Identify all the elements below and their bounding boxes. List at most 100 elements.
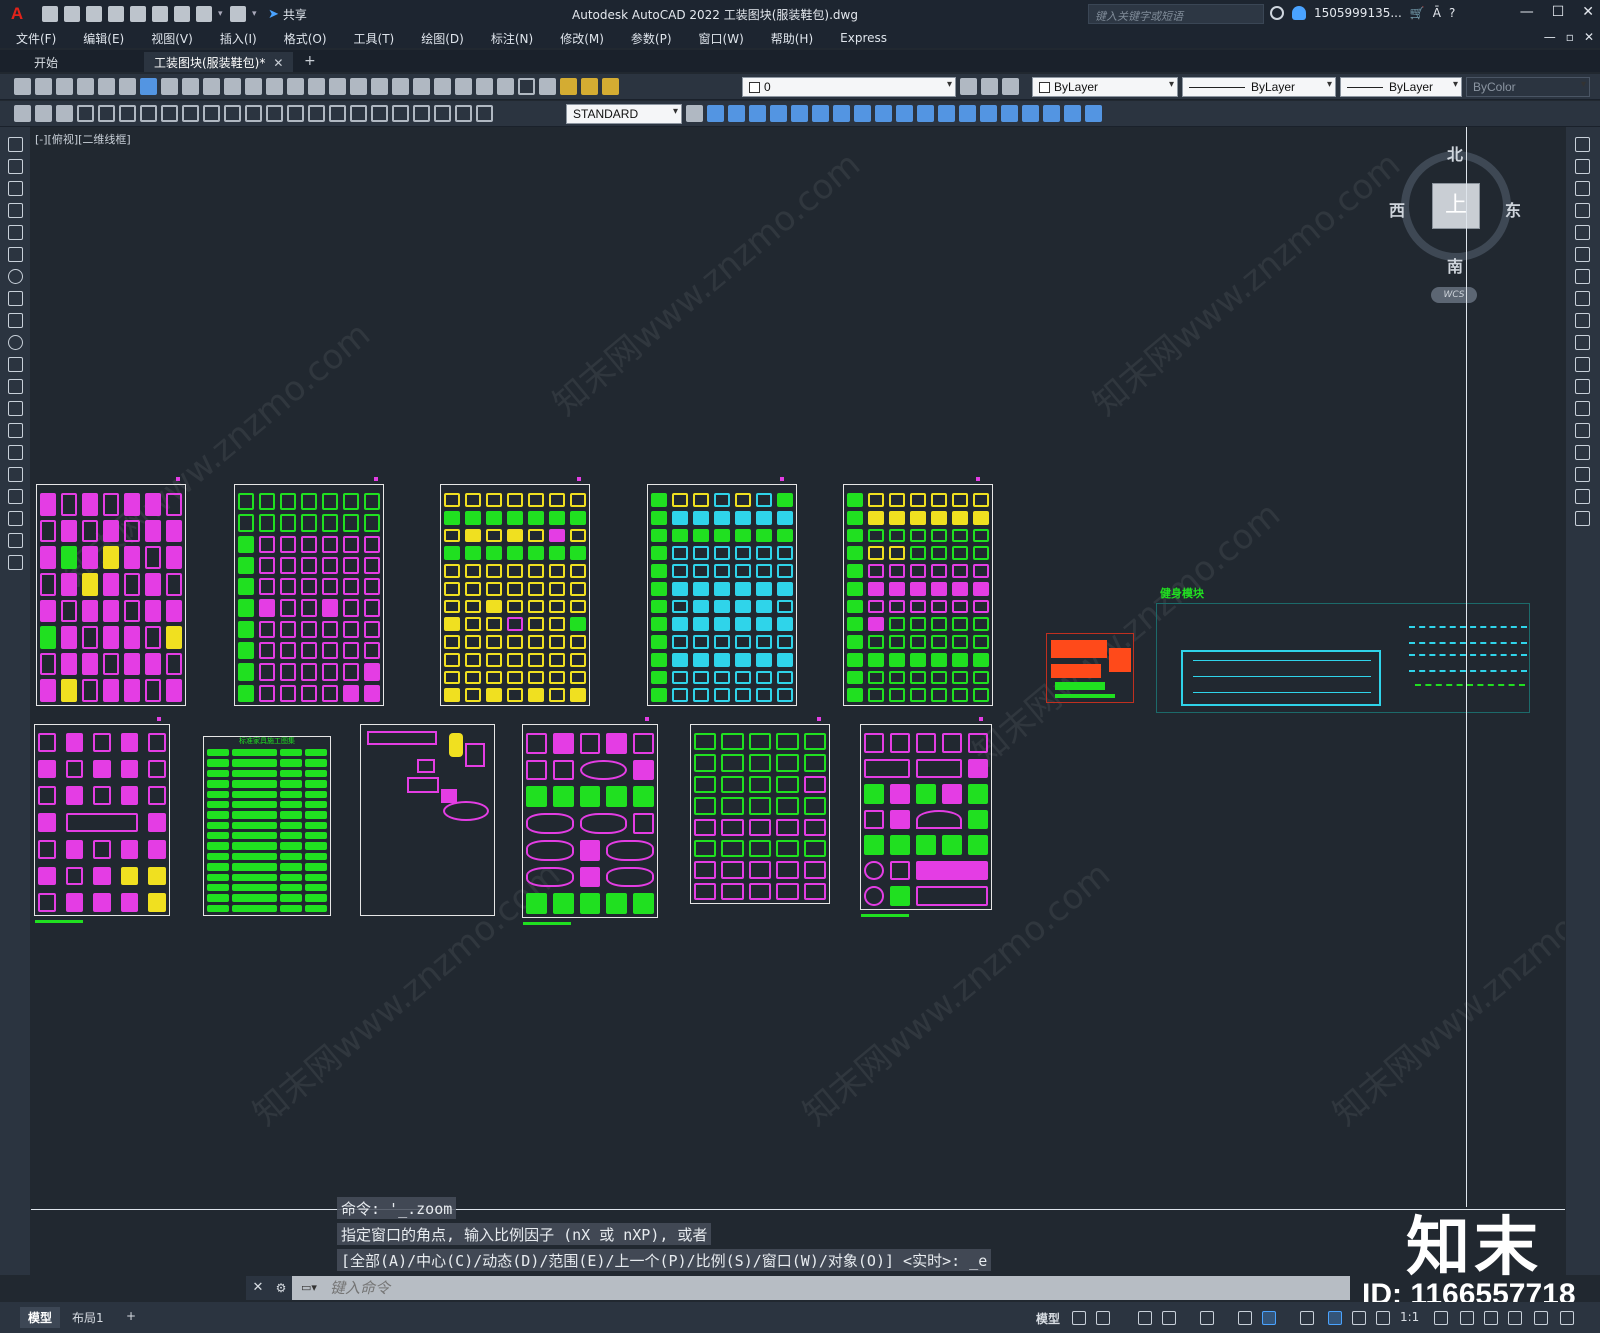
workspace-gear-icon[interactable] [1434, 1311, 1448, 1325]
arc-icon[interactable] [8, 247, 23, 262]
block-editor-icon[interactable] [245, 78, 262, 95]
quick-properties-icon[interactable] [1508, 1311, 1522, 1325]
save-as-icon[interactable] [108, 6, 124, 22]
separate-icon[interactable] [980, 105, 997, 122]
cylinder-icon[interactable] [1085, 105, 1102, 122]
doc-restore-button[interactable]: ▫ [1566, 30, 1574, 44]
search-input[interactable]: 键入关键字或短语 [1088, 4, 1264, 24]
share-button[interactable]: ➤ 共享 [268, 6, 307, 23]
compass-south[interactable]: 南 [1447, 253, 1463, 277]
block-sheet-2[interactable] [234, 477, 384, 706]
table-icon[interactable] [8, 511, 23, 526]
zoom-window-icon[interactable] [350, 78, 367, 95]
new-file-icon[interactable] [42, 6, 58, 22]
layer-on-icon[interactable] [560, 78, 577, 95]
help-icon[interactable] [518, 78, 535, 95]
annotation-monitor-icon[interactable] [1460, 1311, 1474, 1325]
rotate-icon[interactable] [1575, 269, 1590, 284]
search-icon[interactable] [1270, 6, 1284, 20]
point-icon[interactable] [8, 423, 23, 438]
tolerance-icon[interactable] [350, 105, 367, 122]
center-mark-icon[interactable] [371, 105, 388, 122]
extend-icon[interactable] [1575, 357, 1590, 372]
menu-express[interactable]: Express [824, 31, 898, 45]
menu-draw[interactable]: 绘图(D) [405, 30, 475, 47]
compass-north[interactable]: 北 [1447, 141, 1463, 165]
tab-layout1[interactable]: 布局1 [64, 1307, 112, 1328]
redo-icon[interactable] [230, 6, 246, 22]
blend-curves-icon[interactable] [1575, 489, 1590, 504]
rectangle-icon[interactable] [8, 225, 23, 240]
layer-freeze-icon[interactable] [581, 78, 598, 95]
ellipse-arc-icon[interactable] [8, 357, 23, 372]
dimension-style-icon[interactable] [686, 105, 703, 122]
publish-icon[interactable] [119, 78, 136, 95]
block-sheet-4[interactable] [647, 477, 797, 706]
linetype-dropdown[interactable]: ByLayer ▾ [1182, 77, 1336, 97]
layer-previous-icon[interactable] [981, 78, 998, 95]
doc-close-button[interactable]: ✕ [1584, 30, 1594, 44]
add-selected-icon[interactable] [8, 555, 23, 570]
menu-dimension[interactable]: 标注(N) [475, 30, 544, 47]
diameter-dimension-icon[interactable] [203, 105, 220, 122]
continue-dimension-icon[interactable] [287, 105, 304, 122]
color-dropdown[interactable]: ByLayer ▾ [1032, 77, 1178, 97]
menu-window[interactable]: 窗口(W) [683, 30, 755, 47]
properties-icon[interactable] [392, 78, 409, 95]
construction-line-icon[interactable] [8, 159, 23, 174]
zoom-previous-icon[interactable] [371, 78, 388, 95]
imprint-icon[interactable] [938, 105, 955, 122]
fitness-module-frame[interactable] [1156, 603, 1530, 713]
lineweight-dropdown[interactable]: ByLayer ▾ [1340, 77, 1462, 97]
menu-insert[interactable]: 插入(I) [204, 30, 268, 47]
dimension-update-icon[interactable] [476, 105, 493, 122]
block-sheet-11[interactable] [860, 717, 992, 917]
ellipse-icon[interactable] [8, 335, 23, 350]
ordinate-dimension-icon[interactable] [140, 105, 157, 122]
viewcube-top-face[interactable]: 上 [1432, 183, 1480, 229]
color-faces-icon[interactable] [917, 105, 934, 122]
plotstyle-dropdown[interactable]: ByColor ▾ [1466, 77, 1590, 97]
match-properties-icon[interactable] [224, 78, 241, 95]
join-icon[interactable] [1575, 423, 1590, 438]
autodesk-account-icon[interactable]: Ā [1433, 6, 1441, 20]
menu-edit[interactable]: 编辑(E) [67, 30, 135, 47]
help-icon[interactable]: ? [1449, 6, 1455, 20]
chevron-down-icon[interactable]: ▾ [218, 9, 224, 19]
revision-cloud-icon[interactable] [8, 291, 23, 306]
region-icon[interactable] [8, 489, 23, 504]
close-icon[interactable]: ✕ [273, 56, 283, 70]
linear-dimension-icon[interactable] [77, 105, 94, 122]
annotation-scale[interactable]: 1:1 [1400, 1310, 1419, 1324]
multiline-text-icon[interactable] [8, 533, 23, 548]
array-icon[interactable] [1575, 225, 1590, 240]
chamfer-icon[interactable] [1575, 445, 1590, 460]
fillet-icon[interactable] [1575, 467, 1590, 482]
sheet-set-icon[interactable] [455, 78, 472, 95]
block-sheet-1[interactable] [36, 477, 186, 706]
dimension-break-icon[interactable] [329, 105, 346, 122]
model-space-canvas[interactable]: [-][俯视][二维线框] 知末网www.znzmo.com 知末网www.zn… [31, 127, 1565, 1275]
recent-commands-icon[interactable]: ▭▾ [292, 1276, 326, 1300]
aligned-dimension-icon[interactable] [98, 105, 115, 122]
stretch-icon[interactable] [1575, 313, 1590, 328]
copy-object-icon[interactable] [1575, 159, 1590, 174]
gradient-icon[interactable] [8, 467, 23, 482]
copy-icon[interactable] [182, 78, 199, 95]
markup-icon[interactable] [476, 78, 493, 95]
customization-menu-icon[interactable] [1560, 1311, 1574, 1325]
make-block-icon[interactable] [35, 105, 52, 122]
plot-icon[interactable] [77, 78, 94, 95]
save-icon[interactable] [86, 6, 102, 22]
auto-scale-icon[interactable] [1352, 1311, 1366, 1325]
clean-icon[interactable] [959, 105, 976, 122]
grid-icon[interactable] [1072, 1311, 1086, 1325]
menu-modify[interactable]: 修改(M) [544, 30, 615, 47]
insert-block-icon[interactable] [8, 379, 23, 394]
block-sheet-6[interactable] [34, 717, 170, 923]
baseline-dimension-icon[interactable] [266, 105, 283, 122]
wcs-menu-button[interactable]: WCS [1431, 287, 1477, 303]
radius-dimension-icon[interactable] [161, 105, 178, 122]
intersect-icon[interactable] [749, 105, 766, 122]
polar-icon[interactable] [1162, 1311, 1176, 1325]
